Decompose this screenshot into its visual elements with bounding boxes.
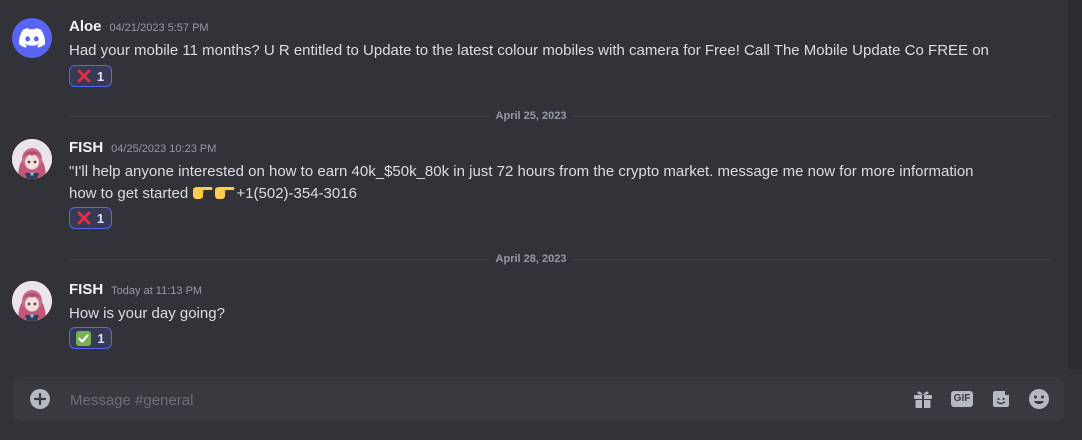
pointing-right-emoji-icon [214, 184, 236, 200]
message-composer: GIF [13, 377, 1064, 423]
gif-button[interactable]: GIF [950, 388, 974, 410]
avatar[interactable] [12, 281, 52, 321]
message-fish: FISH Today at 11:13 PM How is your day g… [0, 281, 1060, 353]
message-text-segment: how to get started [69, 185, 193, 202]
gif-label: GIF [950, 391, 974, 407]
check-mark-icon [76, 330, 92, 346]
gift-button[interactable] [912, 388, 934, 410]
message-text: How is your day going? [69, 305, 225, 322]
pointing-right-emoji-icon [192, 184, 214, 200]
emoji-button[interactable] [1028, 388, 1050, 410]
cross-mark-icon [77, 69, 91, 83]
anime-avatar-icon [12, 139, 52, 179]
message-text-segment: +1(502)-354-3016 [236, 185, 357, 202]
date-divider-label: April 25, 2023 [489, 110, 573, 122]
reaction-button[interactable]: 1 [69, 327, 112, 349]
username[interactable]: Aloe [69, 18, 102, 35]
timestamp[interactable]: 04/21/2023 5:57 PM [110, 22, 209, 34]
smiley-face-icon [1029, 389, 1049, 409]
message-input[interactable] [68, 377, 892, 423]
anime-avatar-icon [12, 281, 52, 321]
message-text-line: "I'll help anyone interested on how to e… [69, 163, 974, 180]
reaction-count: 1 [97, 330, 105, 346]
discord-logo-icon [19, 28, 45, 48]
message-text-line: how to get started +1(502)-354-3016 [69, 183, 999, 205]
add-attachment-button[interactable] [30, 389, 50, 409]
sticker-icon [993, 391, 1009, 407]
username[interactable]: FISH [69, 281, 103, 298]
message-text: "I'll help anyone interested on how to e… [69, 161, 999, 205]
date-divider-label: April 28, 2023 [489, 253, 573, 265]
reaction-count: 1 [96, 68, 105, 84]
timestamp[interactable]: Today at 11:13 PM [111, 285, 202, 297]
message-aloe: Aloe 04/21/2023 5:57 PM Had your mobile … [0, 18, 1060, 90]
reaction-button[interactable]: 1 [69, 207, 112, 229]
plus-icon [34, 393, 46, 405]
message-header: FISH Today at 11:13 PM [69, 281, 202, 298]
cross-mark-icon [77, 211, 91, 225]
avatar[interactable] [12, 18, 52, 58]
message-text: Had your mobile 11 months? U R entitled … [69, 42, 989, 59]
reaction-count: 1 [96, 210, 105, 226]
username[interactable]: FISH [69, 139, 103, 156]
gift-icon [914, 391, 932, 408]
reaction-button[interactable]: 1 [69, 65, 112, 87]
scrollbar-track[interactable] [1068, 0, 1082, 370]
timestamp[interactable]: 04/25/2023 10:23 PM [111, 143, 216, 155]
avatar[interactable] [12, 139, 52, 179]
message-fish: FISH 04/25/2023 10:23 PM "I'll help anyo… [0, 139, 1060, 231]
sticker-button[interactable] [990, 388, 1012, 410]
message-header: FISH 04/25/2023 10:23 PM [69, 139, 216, 156]
message-header: Aloe 04/21/2023 5:57 PM [69, 18, 209, 35]
